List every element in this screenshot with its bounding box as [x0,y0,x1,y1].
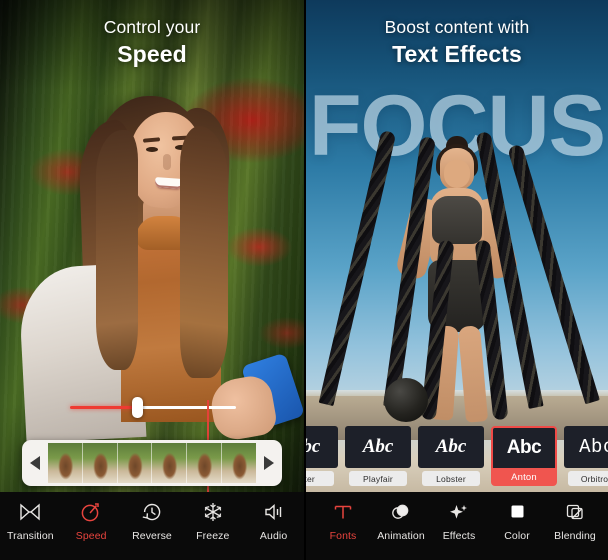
audio-icon [263,500,285,524]
chevron-left-icon [30,456,40,470]
reverse-icon [141,500,163,524]
speed-slider-knob[interactable] [132,397,143,418]
timeline-trim-right-handle[interactable] [256,440,282,486]
right-headline-line2: Text Effects [392,40,522,67]
tool-audio[interactable]: Audio [243,500,304,542]
color-swatch-icon [506,500,528,524]
app-root: Control your Speed Transition Speed Reve… [0,0,608,560]
video-timeline[interactable] [22,440,282,486]
text-t-icon [332,500,354,524]
timeline-frame[interactable] [222,443,256,483]
left-headline-line2: Speed [117,40,187,67]
tool-transition[interactable]: Transition [0,500,61,542]
timeline-trim-left-handle[interactable] [22,440,48,486]
tool-reverse-label: Reverse [132,530,172,542]
left-toolbar: Transition Speed Reverse Freeze Audio [0,492,304,560]
tool-transition-label: Transition [7,530,54,542]
timeline-frame[interactable] [187,443,223,483]
timeline-frame[interactable] [82,443,118,483]
blending-icon [564,500,586,524]
timeline-frames[interactable] [48,443,256,483]
tool-blending-label: Blending [554,530,596,542]
tool-color[interactable]: Color [488,500,546,542]
tool-freeze-label: Freeze [196,530,230,542]
tool-animation-label: Animation [377,530,425,542]
font-name: Anton [491,468,557,486]
tool-reverse[interactable]: Reverse [122,500,183,542]
tool-mask[interactable]: M [604,500,608,542]
font-sample: Abc [345,426,411,468]
tool-speed-label: Speed [75,530,107,542]
tool-fonts-label: Fonts [329,530,357,542]
timeline-frame[interactable] [48,443,83,483]
timeline-frame[interactable] [117,443,153,483]
freeze-icon [202,500,224,524]
speed-slider-track [138,406,236,409]
speed-icon [80,500,102,524]
transition-icon [18,500,42,524]
font-name: Lobster [422,471,480,486]
font-card[interactable]: Abc bster [306,426,338,486]
medicine-ball [384,378,428,422]
font-sample: Abc [491,426,557,468]
tool-freeze[interactable]: Freeze [182,500,243,542]
right-panel-text-effects: FOCUS Boost content with Text Effects c … [304,0,608,560]
tool-audio-label: Audio [259,530,288,542]
right-headline: Boost content with Text Effects [306,0,608,70]
left-panel-speed: Control your Speed Transition Speed Reve… [0,0,304,560]
animation-icon [390,500,412,524]
timeline-frame[interactable] [152,443,188,483]
right-headline-line1: Boost content with [384,17,530,37]
tool-fonts[interactable]: Fonts [314,500,372,542]
right-toolbar: Fonts Animation Effects Color Blending [306,492,608,560]
tool-speed[interactable]: Speed [61,500,122,542]
tool-effects[interactable]: Effects [430,500,488,542]
speed-slider-fill [70,406,138,409]
left-headline-line1: Control your [103,17,201,37]
font-sample: Abc [564,426,608,468]
tool-color-label: Color [504,530,530,542]
tool-blending[interactable]: Blending [546,500,604,542]
sparkle-icon [448,500,470,524]
left-headline: Control your Speed [0,0,304,70]
font-name: Playfair [349,471,407,486]
font-card[interactable]: Abc Orbitron [564,426,608,486]
chevron-right-icon [264,456,274,470]
font-carousel[interactable]: Abc bster Abc Playfair Abc Lobster Abc A… [306,426,608,492]
font-name: bster [306,471,334,486]
font-card[interactable]: Abc Lobster [418,426,484,486]
font-card-selected[interactable]: Abc Anton [491,426,557,486]
font-sample: Abc [306,426,338,468]
tool-animation[interactable]: Animation [372,500,430,542]
speed-slider[interactable] [70,397,236,418]
font-card[interactable]: Abc Playfair [345,426,411,486]
tool-effects-label: Effects [442,530,476,542]
font-name: Orbitron [568,471,608,486]
font-sample: Abc [418,426,484,468]
